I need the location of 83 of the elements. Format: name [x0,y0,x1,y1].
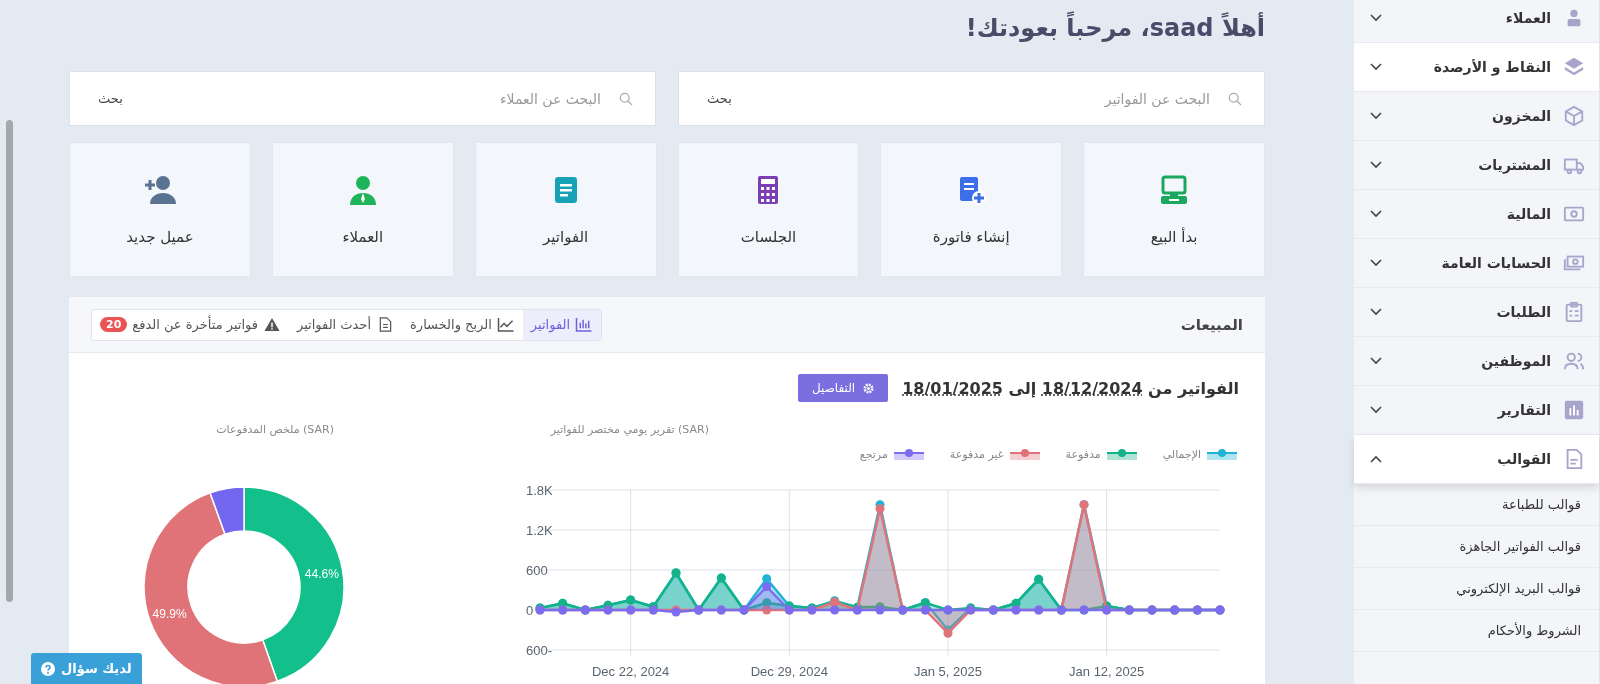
sidebar-subitem[interactable]: قوالب الفواتير الجاهزة [1354,526,1599,568]
point [762,582,772,592]
shortcut-tile[interactable]: العملاء [271,142,454,277]
search-field[interactable]: البحث عن الفواتير بحث [678,71,1265,126]
sidebar-icon [1563,56,1585,78]
tile-label: الفواتير [543,227,589,246]
chevron-icon [1370,259,1382,267]
axis-tick-label: Dec 29, 2024 [750,664,828,678]
chevron-icon [1370,112,1382,120]
search-icon [1228,91,1242,106]
legend-label: الإجمالي [1162,447,1201,461]
chart-title: (SAR) تقرير يومي مختصر للفواتير [549,423,709,437]
tab[interactable]: الربح والخسارة [402,309,523,340]
axis-tick-label: 0 [526,603,534,618]
axis-tick-label: 1.8K [526,483,553,498]
tile-label: إنشاء فاتورة [932,227,1010,246]
axis-tick-label: 1.2K [526,523,553,538]
slice-value-label: 49.9% [152,606,187,621]
details-button[interactable]: التفاصيل [797,374,889,402]
tile-label: بدأ البيع [1150,227,1198,246]
slice-value-label: 44.6% [304,566,339,581]
sidebar-item[interactable]: المشتريات [1354,141,1599,190]
chevron-icon [1370,63,1382,71]
chevron-icon [1370,161,1382,169]
legend-item[interactable]: مدفوعة [1065,445,1137,463]
legend-item[interactable]: مرتجع [859,445,924,463]
chevron-icon [1370,455,1382,463]
axis-tick-label: Jan 12, 2025 [1069,664,1145,678]
legend-label: مدفوعة [1065,447,1101,461]
tile-label: العملاء [342,227,384,246]
card-title: المبيعات [1180,315,1243,334]
chevron-icon [1370,14,1382,22]
sidebar-icon [1563,301,1585,323]
sidebar-item[interactable]: الموظفين [1354,337,1599,386]
scrollbar[interactable] [6,120,13,602]
gear-icon [863,382,875,394]
search-icon [619,91,633,106]
tile-label: عميل جديد [126,227,194,246]
count-badge: 20 [100,317,128,332]
shortcut-tile[interactable]: الجلسات [677,142,860,277]
shortcut-tile[interactable]: عميل جديد [69,142,251,277]
axis-tick-label: Dec 22, 2024 [592,664,670,678]
sidebar-item[interactable]: الحسابات العامة [1354,239,1599,288]
chevron-icon [1370,308,1382,316]
sidebar-item[interactable]: القوالب [1354,435,1599,484]
sidebar-item[interactable]: الطلبات [1354,288,1599,337]
sidebar-item[interactable]: النقاط و الأرصدة [1354,43,1599,92]
sidebar-icon [1563,350,1585,372]
search-field[interactable]: البحث عن العملاء بحث [69,71,656,126]
sidebar-subitem[interactable]: قوالب البريد الإلكتروني [1354,568,1599,610]
tile-label: الجلسات [740,227,797,246]
point [875,504,885,514]
sidebar-item[interactable]: المخزون [1354,92,1599,141]
search-button[interactable]: بحث [84,87,137,110]
sidebar-subitem[interactable]: قوالب للطباعة [1354,484,1599,526]
shortcut-tile[interactable]: بدأ البيع [1083,142,1265,277]
legend-item[interactable]: غير مدفوعة [949,445,1040,463]
sidebar-icon [1563,399,1585,421]
chart-title: (SAR) ملخص المدفوعات [215,423,334,437]
question-icon [41,661,55,676]
tab[interactable]: أحدث الفواتير [289,309,403,340]
sidebar-item[interactable]: المالية [1354,190,1599,239]
point [830,605,840,615]
search-button[interactable]: بحث [693,87,746,110]
shortcut-tile[interactable]: إنشاء فاتورة [880,142,1063,277]
legend-label: مرتجع [859,447,888,461]
tab[interactable]: الفواتير [522,309,602,340]
line-chart-icon [496,317,515,332]
sidebar-subitem[interactable]: الشروط والأحكام [1354,610,1599,652]
bar-chart-icon [575,317,594,332]
chevron-icon [1370,210,1382,218]
point [762,574,772,584]
axis-tick-label: 600 [526,563,548,578]
chevron-icon [1370,406,1382,414]
axis-tick-label: -600 [526,643,553,658]
shortcut-tile[interactable]: الفواتير [474,142,657,277]
warning-icon [263,317,281,332]
point [762,605,772,615]
axis-tick-label: Jan 5, 2025 [914,664,982,678]
sidebar-icon [1563,105,1585,127]
legend-item[interactable]: الإجمالي [1162,445,1237,463]
legend-label: غير مدفوعة [949,447,1004,461]
chevron-icon [1370,357,1382,365]
